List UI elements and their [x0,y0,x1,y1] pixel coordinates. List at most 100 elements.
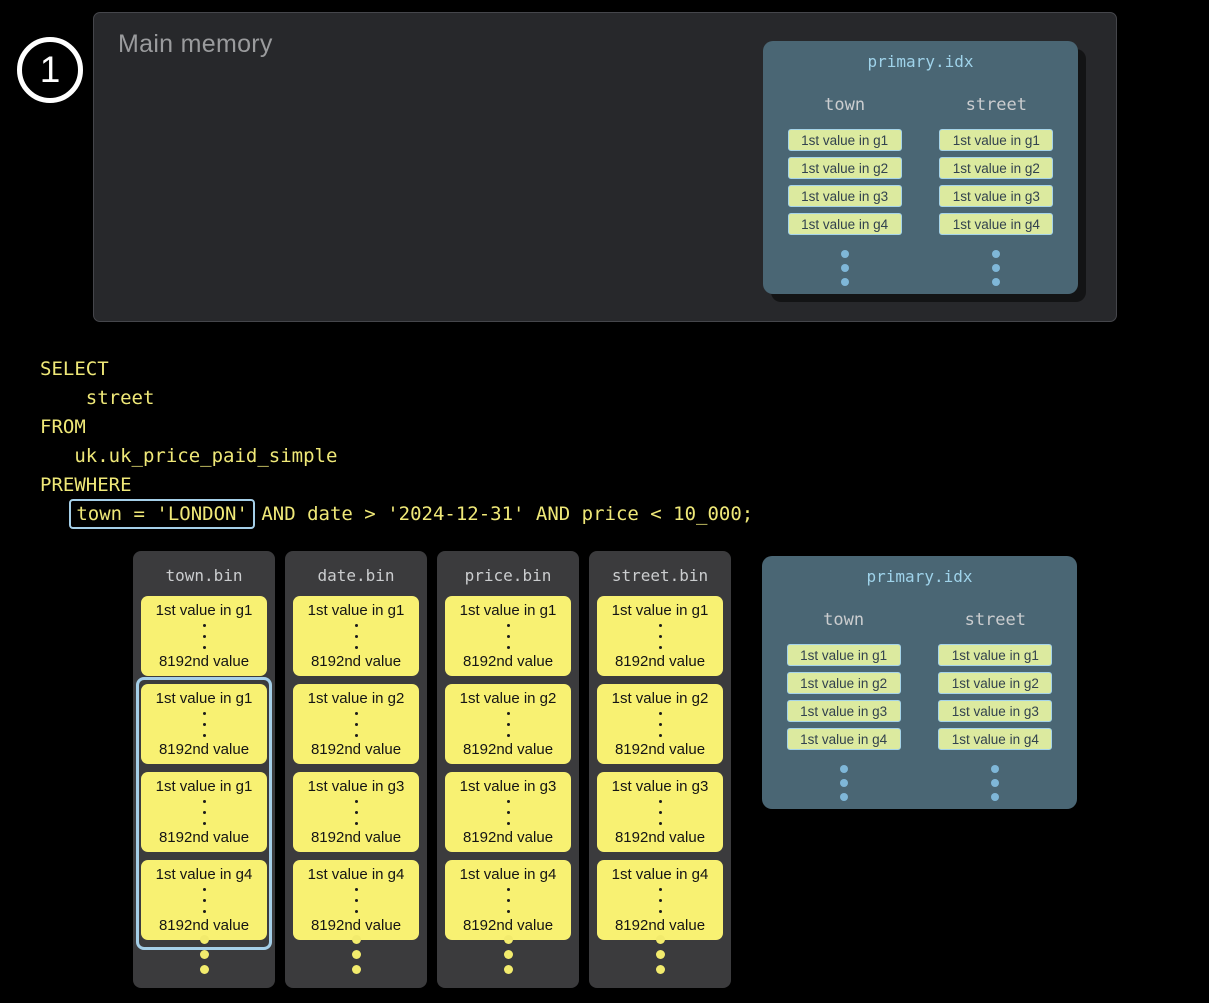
sql-select-column: street [40,384,753,413]
granule-box: 1st value in g4 8192nd value [293,860,419,940]
primary-idx-columns: town 1st value in g1 1st value in g2 1st… [762,610,1077,801]
index-mark: 1st value in g4 [787,728,901,750]
sql-table-name: uk.uk_price_paid_simple [40,442,753,471]
sql-prewhere-keyword: PREWHERE [40,471,753,500]
ellipsis-dots-icon [589,935,731,974]
ellipsis-dots-icon [355,888,358,913]
index-mark: 1st value in g4 [938,728,1052,750]
ellipsis-dots-icon [285,935,427,974]
primary-idx-title: primary.idx [762,556,1077,586]
bin-file-name: town.bin [133,551,275,585]
ellipsis-dots-icon [507,624,510,649]
index-mark: 1st value in g2 [938,672,1052,694]
granule-first-value: 1st value in g3 [308,778,405,795]
sql-prewhere-condition: town = 'LONDON' AND date > '2024-12-31' … [40,500,753,529]
granule-first-value: 1st value in g3 [460,778,557,795]
column-file-date-bin: date.bin 1st value in g1 8192nd value 1s… [285,551,427,988]
ellipsis-dots-icon [355,800,358,825]
granule-first-value: 1st value in g2 [308,690,405,707]
granule-box: 1st value in g2 8192nd value [597,684,723,764]
primary-idx-column-street: street 1st value in g1 1st value in g2 1… [926,95,1066,286]
sql-from-keyword: FROM [40,413,753,442]
granule-box: 1st value in g4 8192nd value [445,860,571,940]
ellipsis-dots-icon [659,800,662,825]
granule-last-value: 8192nd value [311,741,401,758]
ellipsis-dots-icon [841,250,849,286]
ellipsis-dots-icon [507,800,510,825]
primary-idx-columns: town 1st value in g1 1st value in g2 1st… [763,95,1078,286]
ellipsis-dots-icon [659,888,662,913]
granule-box: 1st value in g2 8192nd value [293,684,419,764]
granule-last-value: 8192nd value [463,653,553,670]
granule-first-value: 1st value in g4 [460,866,557,883]
granule-last-value: 8192nd value [311,653,401,670]
granule-last-value: 8192nd value [311,917,401,934]
granule-box: 1st value in g2 8192nd value [445,684,571,764]
index-mark: 1st value in g1 [788,129,902,151]
index-mark: 1st value in g2 [788,157,902,179]
ellipsis-dots-icon [992,250,1000,286]
granule-last-value: 8192nd value [615,653,705,670]
granule-last-value: 8192nd value [311,829,401,846]
diagram-canvas: 1 Main memory primary.idx town 1st value… [0,0,1209,1003]
ellipsis-dots-icon [991,765,999,801]
sql-select-keyword: SELECT [40,355,753,384]
granule-last-value: 8192nd value [463,829,553,846]
ellipsis-dots-icon [203,624,206,649]
bin-file-name: price.bin [437,551,579,585]
index-mark: 1st value in g3 [787,700,901,722]
ellipsis-dots-icon [355,624,358,649]
granule-box: 1st value in g1 8192nd value [293,596,419,676]
ellipsis-dots-icon [355,712,358,737]
index-mark: 1st value in g3 [938,700,1052,722]
main-memory-title: Main memory [118,30,273,59]
granule-first-value: 1st value in g3 [612,778,709,795]
granule-last-value: 8192nd value [615,917,705,934]
column-header-street: street [966,95,1027,115]
ellipsis-dots-icon [659,712,662,737]
granule-last-value: 8192nd value [463,917,553,934]
granule-box: 1st value in g1 8192nd value [445,596,571,676]
ellipsis-dots-icon [133,935,275,974]
granule-first-value: 1st value in g1 [156,602,253,619]
granule-first-value: 1st value in g4 [612,866,709,883]
bin-file-name: date.bin [285,551,427,585]
granule-first-value: 1st value in g1 [612,602,709,619]
step-number-badge: 1 [17,37,83,103]
bin-file-name: street.bin [589,551,731,585]
granule-first-value: 1st value in g1 [308,602,405,619]
primary-idx-card-memory: primary.idx town 1st value in g1 1st val… [763,41,1078,294]
sql-condition-rest: AND date > '2024-12-31' AND price < 10_0… [250,503,753,525]
ellipsis-dots-icon [507,888,510,913]
index-mark: 1st value in g4 [939,213,1053,235]
granule-last-value: 8192nd value [159,653,249,670]
ellipsis-dots-icon [659,624,662,649]
granule-box: 1st value in g3 8192nd value [445,772,571,852]
index-mark: 1st value in g1 [787,644,901,666]
granule-first-value: 1st value in g1 [460,602,557,619]
granule-box: 1st value in g3 8192nd value [597,772,723,852]
primary-idx-column-town: town 1st value in g1 1st value in g2 1st… [775,95,915,286]
granule-first-value: 1st value in g4 [308,866,405,883]
granule-last-value: 8192nd value [463,741,553,758]
granule-box: 1st value in g3 8192nd value [293,772,419,852]
primary-idx-card-disk: primary.idx town 1st value in g1 1st val… [762,556,1077,809]
index-mark: 1st value in g3 [939,185,1053,207]
granule-first-value: 1st value in g2 [612,690,709,707]
granule-last-value: 8192nd value [615,829,705,846]
primary-idx-title: primary.idx [763,41,1078,71]
index-mark: 1st value in g4 [788,213,902,235]
ellipsis-dots-icon [507,712,510,737]
index-mark: 1st value in g2 [939,157,1053,179]
granule-box: 1st value in g1 8192nd value [141,596,267,676]
primary-idx-column-street: street 1st value in g1 1st value in g2 1… [925,610,1065,801]
ellipsis-dots-icon [840,765,848,801]
granule-first-value: 1st value in g2 [460,690,557,707]
index-mark: 1st value in g1 [939,129,1053,151]
main-memory-panel: Main memory primary.idx town 1st value i… [93,12,1117,322]
granule-box: 1st value in g1 8192nd value [597,596,723,676]
column-file-street-bin: street.bin 1st value in g1 8192nd value … [589,551,731,988]
column-header-town: town [823,610,864,630]
column-file-town-bin: town.bin 1st value in g1 8192nd value 1s… [133,551,275,988]
primary-idx-column-town: town 1st value in g1 1st value in g2 1st… [774,610,914,801]
